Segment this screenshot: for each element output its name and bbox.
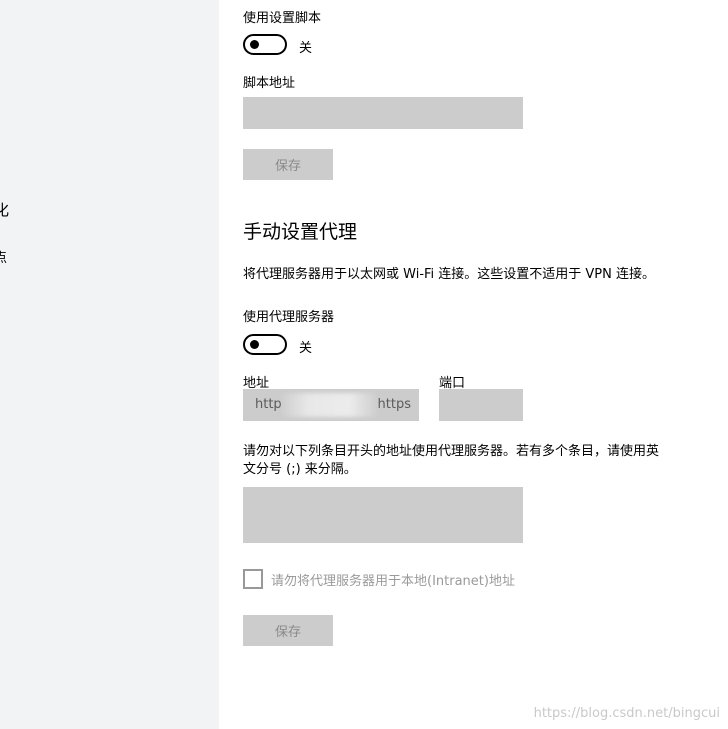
- sidebar-item-fragment[interactable]: 化: [0, 199, 9, 220]
- watermark: https://blog.csdn.net/bingcui: [533, 706, 720, 721]
- redaction-blur: [279, 393, 379, 417]
- proxy-address-value-end: https: [377, 397, 411, 412]
- proxy-exceptions-description-line: 文分号 (;) 来分隔。: [243, 462, 357, 477]
- toggle-knob: [250, 340, 259, 349]
- use-setup-script-toggle[interactable]: [243, 34, 287, 55]
- script-save-button[interactable]: 保存: [243, 149, 333, 180]
- use-setup-script-label: 使用设置脚本: [243, 11, 322, 26]
- use-proxy-server-label: 使用代理服务器: [243, 310, 335, 325]
- proxy-address-value-start: http: [255, 397, 282, 412]
- use-setup-script-toggle-state: 关: [299, 41, 313, 56]
- proxy-exceptions-input[interactable]: [243, 487, 523, 543]
- bypass-local-checkbox[interactable]: [243, 569, 263, 589]
- proxy-port-input[interactable]: [439, 389, 523, 421]
- proxy-address-input[interactable]: http https: [243, 389, 419, 421]
- sidebar-item-fragment[interactable]: 点: [0, 247, 7, 266]
- proxy-save-button[interactable]: 保存: [243, 615, 333, 646]
- bypass-local-label[interactable]: 请勿将代理服务器用于本地(Intranet)地址: [271, 570, 515, 589]
- main-content: 使用设置脚本 关 脚本地址 保存 手动设置代理 将代理服务器用于以太网或 Wi-…: [243, 0, 728, 729]
- use-proxy-server-toggle[interactable]: [243, 334, 287, 355]
- proxy-exceptions-description-line: 请勿对以下列条目开头的地址使用代理服务器。若有多个条目，请使用英: [243, 444, 660, 459]
- script-address-label: 脚本地址: [243, 76, 296, 91]
- proxy-settings-window: 化 点 使用设置脚本 关 脚本地址 保存 手动设置代理 将代理服务器用于以太网或…: [0, 0, 728, 729]
- manual-proxy-title: 手动设置代理: [243, 221, 358, 243]
- manual-proxy-description: 将代理服务器用于以太网或 Wi-Fi 连接。这些设置不适用于 VPN 连接。: [243, 267, 656, 282]
- script-address-input[interactable]: [243, 97, 523, 129]
- sidebar: 化 点: [0, 0, 219, 729]
- proxy-exceptions-description: 请勿对以下列条目开头的地址使用代理服务器。若有多个条目，请使用英 文分号 (;)…: [243, 443, 713, 479]
- toggle-knob: [250, 40, 259, 49]
- use-proxy-server-toggle-state: 关: [299, 341, 313, 356]
